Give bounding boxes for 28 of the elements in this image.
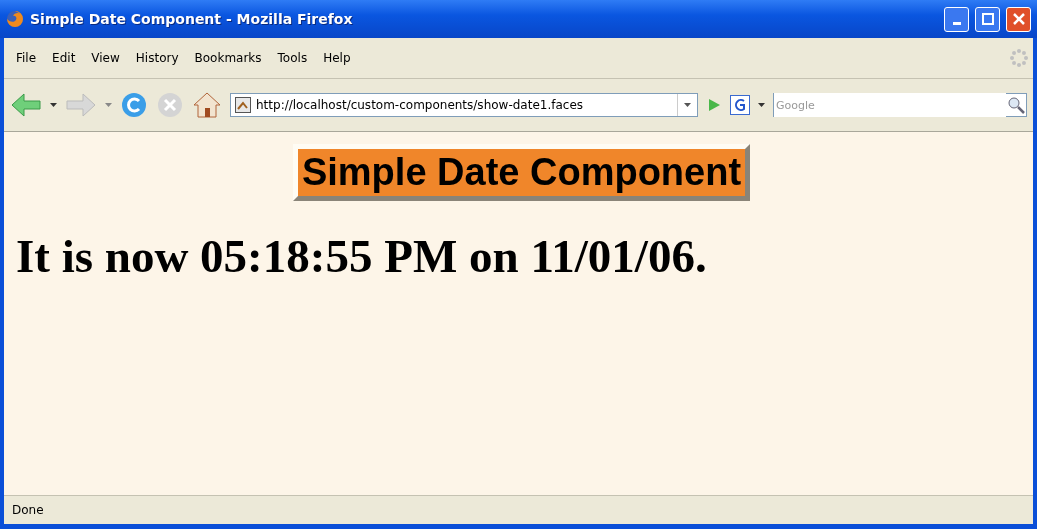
page-heading: Simple Date Component (292, 144, 751, 201)
menu-item[interactable]: Bookmarks (186, 51, 270, 65)
minimize-icon (952, 21, 961, 25)
maximize-icon (981, 13, 994, 25)
address-field[interactable]: http://localhost/custom-components/show-date1.faces (230, 93, 698, 117)
search-field[interactable]: Google (773, 93, 1027, 117)
close-button[interactable] (1006, 6, 1031, 32)
home-icon[interactable] (192, 91, 222, 119)
window-title: Simple Date Component - Mozilla Firefox (30, 11, 354, 27)
dropdown-icon[interactable] (50, 102, 57, 108)
menu-item[interactable]: File (8, 51, 45, 65)
menu-item[interactable]: Help (315, 51, 359, 65)
browser-logo-icon (6, 10, 24, 28)
search-icon[interactable] (1006, 95, 1026, 115)
menu-item[interactable]: Tools (269, 51, 316, 65)
minimize-button[interactable] (944, 6, 969, 32)
menu-item[interactable]: Edit (44, 51, 84, 65)
maximize-button[interactable] (975, 6, 1000, 32)
search-engine-icon[interactable] (730, 95, 750, 115)
date-text: It is now 05:18:55 PM on 11/01/06. (16, 229, 707, 283)
menu-item[interactable]: View (83, 51, 128, 65)
dropdown-icon[interactable] (758, 102, 765, 108)
page-icon (235, 97, 251, 113)
close-icon (1012, 13, 1025, 25)
menu-item[interactable]: History (127, 51, 187, 65)
throbber-icon (1009, 48, 1029, 68)
reload-icon[interactable] (120, 91, 148, 119)
status-text: Done (12, 503, 44, 517)
